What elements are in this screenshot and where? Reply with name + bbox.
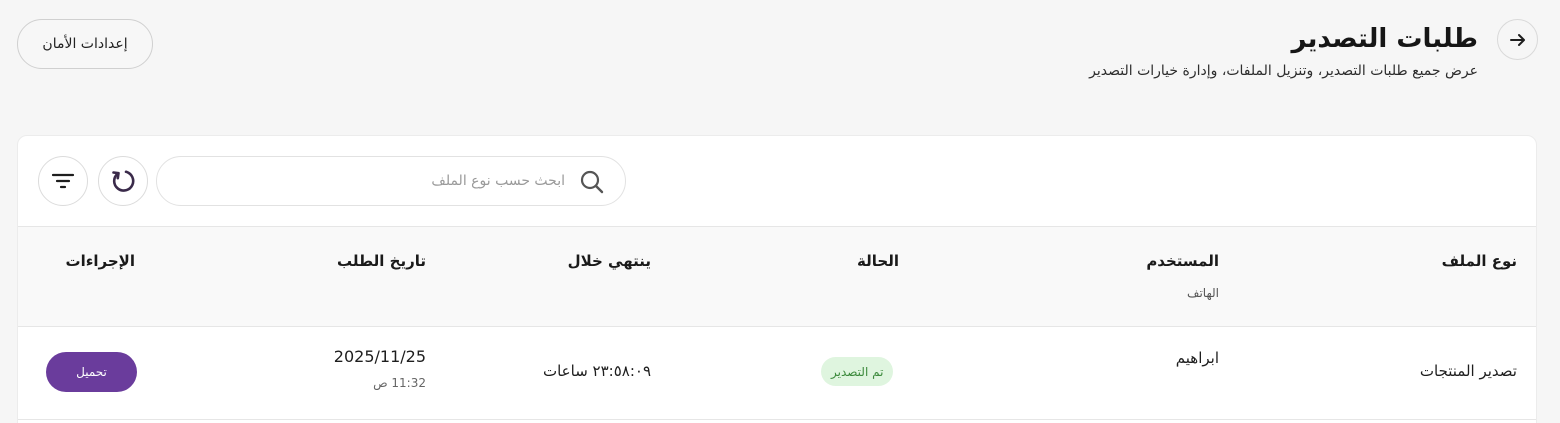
search-icon [580, 170, 604, 194]
column-file-type[interactable]: نوع الملف [1442, 252, 1517, 270]
refresh-icon [112, 170, 135, 192]
cell-expires-in: ٢٣:٥٨:٠٩ ساعات [542, 362, 651, 380]
column-user-phone: الهاتف [1187, 286, 1219, 300]
page-subtitle: عرض جميع طلبات التصدير، وتنزيل الملفات، … [1089, 63, 1478, 79]
cell-file-type: تصدير المنتجات [1419, 362, 1517, 380]
download-button[interactable]: تحميل [46, 352, 137, 392]
column-request-date[interactable]: تاريخ الطلب [337, 252, 426, 270]
refresh-button[interactable] [98, 156, 148, 206]
table-header: نوع الملف المستخدم الهاتف الحالة ينتهي خ… [18, 226, 1536, 327]
cell-user: ابراهيم [1175, 349, 1219, 367]
filter-icon [51, 173, 75, 189]
back-button[interactable] [1497, 19, 1538, 60]
arrow-right-icon [1509, 33, 1525, 46]
cell-request-time: 11:32 ص [373, 376, 426, 390]
filter-button[interactable] [38, 156, 88, 206]
security-settings-button[interactable]: إعدادات الأمان [17, 19, 153, 69]
export-requests-page: طلبات التصدير عرض جميع طلبات التصدير، وت… [0, 0, 1560, 423]
status-badge: تم التصدير [821, 357, 894, 386]
export-requests-card: نوع الملف المستخدم الهاتف الحالة ينتهي خ… [17, 135, 1537, 423]
column-expires-in[interactable]: ينتهي خلال [568, 252, 651, 270]
page-header: طلبات التصدير عرض جميع طلبات التصدير، وت… [1089, 18, 1478, 82]
column-user[interactable]: المستخدم [1146, 252, 1219, 270]
table-toolbar [18, 136, 1536, 226]
column-actions: الإجراءات [65, 252, 135, 270]
search-box[interactable] [156, 156, 626, 206]
page-title: طلبات التصدير [1291, 24, 1478, 54]
column-status[interactable]: الحالة [857, 252, 899, 270]
search-input[interactable] [185, 157, 565, 205]
cell-request-date: 2025/11/25 [333, 347, 426, 366]
table-row: تصدير المنتجات ابراهيم تم التصدير ٢٣:٥٨:… [18, 327, 1536, 420]
